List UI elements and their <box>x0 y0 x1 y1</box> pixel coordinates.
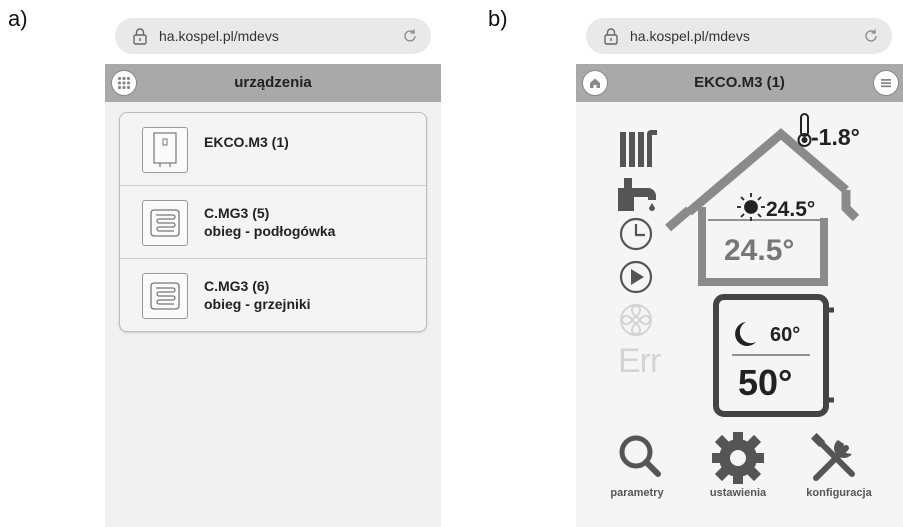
list-item[interactable]: C.MG3 (6) obieg - grzejniki <box>120 259 426 331</box>
device-name: C.MG3 (5) <box>204 205 270 221</box>
panel-label-b: b) <box>488 6 508 31</box>
sun-icon[interactable] <box>737 193 765 221</box>
fan-icon[interactable] <box>620 304 652 336</box>
device-subtitle: obieg - grzejniki <box>204 296 311 312</box>
address-bar[interactable]: ha.kospel.pl/mdevs <box>586 18 892 54</box>
hamburger-icon <box>881 79 891 88</box>
day-setpoint[interactable]: 24.5° <box>766 198 815 222</box>
thermometer-icon <box>797 113 812 147</box>
page-title: EKCO.M3 (1) <box>694 74 785 91</box>
radiator-icon[interactable] <box>620 130 657 167</box>
page-title: urządzenia <box>234 74 312 91</box>
device-subtitle: obieg - podłogówka <box>204 223 336 239</box>
moon-icon[interactable] <box>735 322 756 346</box>
tools-icon[interactable] <box>810 432 855 481</box>
error-indicator[interactable]: Err <box>618 342 661 381</box>
panel-label-a: a) <box>8 6 28 31</box>
url-text: ha.kospel.pl/mdevs <box>159 28 279 44</box>
device-name: C.MG3 (6) <box>204 278 270 294</box>
gear-icon[interactable] <box>712 432 764 484</box>
menu-button[interactable] <box>873 70 899 96</box>
boiler-icon <box>142 127 188 173</box>
list-item[interactable]: C.MG3 (5) obieg - podłogówka <box>120 186 426 259</box>
outdoor-temp: -1.8° <box>811 124 860 150</box>
tap-icon[interactable] <box>618 178 656 211</box>
konfiguracja-button[interactable]: konfiguracja <box>794 487 884 499</box>
night-setpoint[interactable]: 60° <box>770 324 800 347</box>
app-header: EKCO.M3 (1) <box>576 64 903 102</box>
play-icon[interactable] <box>619 260 653 294</box>
phone-screen-a: ha.kospel.pl/mdevs urządzenia EKCO.M3 (1… <box>105 0 441 527</box>
device-list: EKCO.M3 (1) C.MG3 (5) obieg - podłogówka <box>119 112 427 332</box>
clock-icon[interactable] <box>619 217 653 251</box>
ustawienia-button[interactable]: ustawienia <box>693 487 783 499</box>
reload-icon[interactable] <box>401 27 419 45</box>
parametry-button[interactable]: parametry <box>592 487 682 499</box>
lock-icon <box>604 28 618 45</box>
magnifier-icon[interactable] <box>619 435 661 477</box>
reload-icon[interactable] <box>862 27 880 45</box>
list-item[interactable]: EKCO.M3 (1) <box>120 113 426 186</box>
phone-screen-b: ha.kospel.pl/mdevs EKCO.M3 (1) -1.8° 24.… <box>576 0 903 527</box>
address-bar[interactable]: ha.kospel.pl/mdevs <box>115 18 431 54</box>
device-name: EKCO.M3 (1) <box>204 134 289 150</box>
app-header: urządzenia <box>105 64 441 102</box>
room-temp: 24.5° <box>724 234 795 267</box>
floor-heating-icon <box>142 273 188 319</box>
lock-icon <box>133 28 147 45</box>
water-temp: 50° <box>738 362 793 403</box>
dashboard: -1.8° 24.5° 24.5° 60° 50° Err parametry … <box>576 102 903 527</box>
floor-heating-icon <box>142 200 188 246</box>
url-text: ha.kospel.pl/mdevs <box>630 28 750 44</box>
